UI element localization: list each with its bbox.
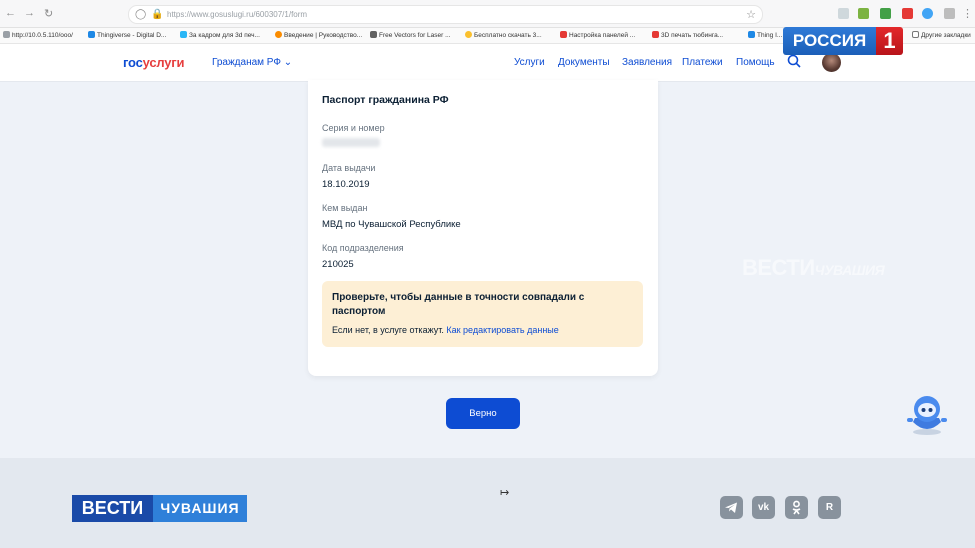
nav-documents[interactable]: Документы: [558, 57, 610, 68]
vesti-watermark: ВЕСТИЧУВАШИЯ: [742, 255, 885, 280]
card-title: Паспорт гражданина РФ: [322, 94, 449, 106]
site-icon: [465, 31, 472, 38]
youtube-icon: [560, 31, 567, 38]
tv-channel-logo: РОССИЯ 1: [783, 27, 903, 55]
bookmark-star-icon[interactable]: ☆: [746, 8, 756, 21]
thingiverse-icon: [88, 31, 95, 38]
extension-icon[interactable]: [902, 8, 913, 19]
avatar[interactable]: [822, 53, 841, 72]
shield-icon: ◯: [135, 9, 147, 20]
mouse-cursor-icon: ↦: [500, 487, 510, 499]
issued-by-label: Кем выдан: [322, 203, 368, 213]
url-text[interactable]: https://www.gosuslugi.ru/600307/1/form: [167, 10, 307, 19]
notice-text: Если нет, в услуге откажут. Как редактир…: [332, 325, 559, 335]
series-label: Серия и номер: [322, 123, 385, 133]
ok-icon[interactable]: [785, 496, 808, 519]
puzzle-icon[interactable]: [944, 8, 955, 19]
globe-icon: [3, 31, 10, 38]
edit-data-link[interactable]: Как редактировать данные: [446, 325, 558, 335]
forward-icon[interactable]: →: [24, 7, 35, 19]
telegram-icon[interactable]: [720, 496, 743, 519]
bookmark-item[interactable]: Thingiverse - Digital D...: [88, 31, 166, 39]
nav-payments[interactable]: Платежи: [682, 57, 723, 68]
address-bar[interactable]: ◯ 🔒 https://www.gosuslugi.ru/600307/1/fo…: [128, 5, 763, 24]
youtube-icon: [652, 31, 659, 38]
rutube-icon[interactable]: R: [818, 496, 841, 519]
robot-assistant-icon[interactable]: [905, 392, 949, 436]
confirm-button[interactable]: Верно: [446, 398, 520, 429]
series-value-blurred: [322, 138, 380, 147]
bookmark-item[interactable]: 3D печать тюбинга...: [652, 31, 723, 39]
dept-code-label: Код подразделения: [322, 243, 404, 253]
notice-title: Проверьте, чтобы данные в точности совпа…: [332, 292, 585, 317]
passport-card: Паспорт гражданина РФ Серия и номер Дата…: [308, 80, 658, 376]
warning-notice: Проверьте, чтобы данные в точности совпа…: [322, 281, 643, 347]
extension-icon[interactable]: [838, 8, 849, 19]
nav-services[interactable]: Услуги: [514, 57, 545, 68]
menu-icon[interactable]: ⋮: [962, 7, 973, 20]
thingiverse-icon: [748, 31, 755, 38]
nav-help[interactable]: Помощь: [736, 57, 775, 68]
back-icon[interactable]: ←: [5, 7, 16, 19]
search-icon[interactable]: [787, 54, 801, 68]
folder-icon: [912, 31, 919, 38]
download-icon[interactable]: [858, 8, 869, 19]
bookmark-item[interactable]: Введение | Руководство...: [275, 31, 362, 39]
dept-code-value: 210025: [322, 259, 354, 270]
bookmark-item[interactable]: За кадром для 3d печ...: [180, 31, 260, 39]
bookmark-item[interactable]: Настройка панелей ...: [560, 31, 635, 39]
issued-by-value: МВД по Чувашской Республике: [322, 219, 461, 230]
audience-selector[interactable]: Гражданам РФ ⌄: [212, 57, 292, 68]
vk-icon[interactable]: vk: [752, 496, 775, 519]
site-icon: [370, 31, 377, 38]
extension-icon[interactable]: [922, 8, 933, 19]
gosuslugi-logo[interactable]: госуслуги: [123, 55, 185, 70]
bookmark-folder[interactable]: Другие закладки: [912, 31, 971, 39]
bookmark-item[interactable]: http://10.0.5.110/ooo/: [3, 31, 73, 39]
extension-icon[interactable]: [880, 8, 891, 19]
bookmark-item[interactable]: Free Vectors for Laser ...: [370, 31, 451, 39]
site-icon: [180, 31, 187, 38]
issue-date-label: Дата выдачи: [322, 163, 376, 173]
site-icon: [275, 31, 282, 38]
bookmark-item[interactable]: Бесплатно скачать 3...: [465, 31, 542, 39]
browser-toolbar: ← → ↻ ◯ 🔒 https://www.gosuslugi.ru/60030…: [0, 0, 975, 28]
chevron-down-icon: ⌄: [283, 57, 293, 68]
reload-icon[interactable]: ↻: [44, 7, 53, 20]
issue-date-value: 18.10.2019: [322, 179, 370, 190]
lock-icon: 🔒: [151, 9, 164, 20]
bookmark-item[interactable]: Thing I...: [748, 31, 782, 39]
nav-applications[interactable]: Заявления: [622, 57, 672, 68]
